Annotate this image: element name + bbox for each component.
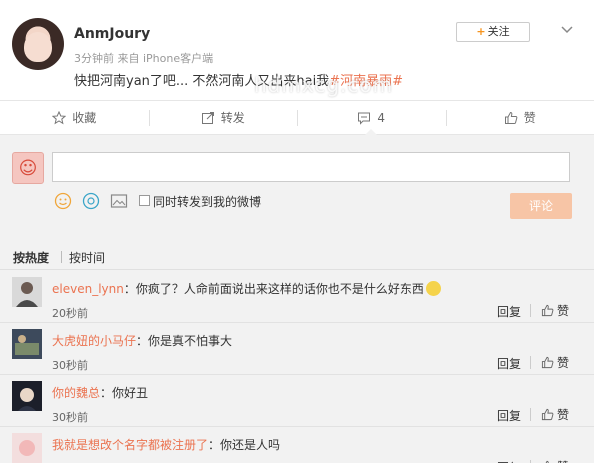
thumbs-up-icon	[541, 356, 554, 369]
reply-button[interactable]: 回复	[497, 303, 521, 320]
comment-count: 4	[377, 110, 386, 125]
follow-button[interactable]: + 关注	[456, 22, 530, 42]
comment-body: eleven_lynn：你疯了？人命前面说出来这样的话你也不是什么好东西	[52, 280, 441, 297]
comment-like-label: 赞	[557, 408, 570, 422]
divider	[530, 356, 531, 369]
comment-icon	[358, 112, 371, 125]
comment-time: 30秒前	[52, 411, 88, 424]
post-card: AnmJoury 3分钟前 来自 iPhone客户端 快把河南yan了吧... …	[0, 0, 594, 101]
comment-like-label: 赞	[557, 356, 570, 370]
comment-text: 你是真不怕事大	[148, 334, 233, 348]
commenter-avatar[interactable]	[12, 433, 42, 463]
commenter-name[interactable]: 大虎妞的小马仔	[52, 334, 136, 348]
comment-body: 你的魏总：你好丑	[52, 386, 149, 400]
comment-item: eleven_lynn：你疯了？人命前面说出来这样的话你也不是什么好东西 20秒…	[0, 271, 594, 323]
chevron-down-icon[interactable]	[560, 22, 574, 36]
commenter-name[interactable]: 你的魏总	[52, 386, 100, 400]
reply-button[interactable]: 回复	[497, 355, 521, 372]
sort-divider	[61, 251, 62, 263]
comment-button[interactable]: 4	[297, 101, 446, 135]
plus-icon: +	[476, 25, 486, 38]
at-mention-icon[interactable]	[82, 192, 100, 210]
commenter-avatar[interactable]	[12, 329, 42, 359]
smile-emoji-icon	[425, 281, 441, 296]
comment-item: 我就是想改个名字都被注册了：你还是人吗 回复 赞	[0, 427, 594, 463]
comment-like-label: 赞	[557, 458, 569, 463]
comment-like-button[interactable]: 赞	[541, 458, 569, 463]
comment-like-label: 赞	[557, 304, 570, 318]
thumbs-up-icon	[504, 111, 518, 124]
comment-text: 你好丑	[112, 386, 149, 400]
comment-like-button[interactable]: 赞	[541, 354, 569, 371]
reply-button[interactable]: 回复	[497, 459, 521, 463]
topic-link[interactable]: #河南暴雨#	[329, 74, 403, 89]
post-text: 快把河南yan了吧... 不然河南人又出来hai我	[74, 74, 330, 89]
thumbs-up-icon	[541, 304, 554, 317]
star-icon	[52, 110, 67, 124]
sort-bar: 按热度 按时间	[0, 236, 594, 270]
my-avatar: ☺	[12, 152, 44, 184]
repost-icon	[201, 111, 214, 124]
comment-text: 你疯了？人命前面说出来这样的话你也不是什么好东西	[135, 282, 424, 296]
commenter-name[interactable]: 我就是想改个名字都被注册了	[52, 438, 208, 452]
comment-composer: ☺ 同时转发到我的微博 评论	[0, 136, 594, 236]
comment-item: 你的魏总：你好丑 30秒前 回复 赞	[0, 375, 594, 427]
reply-button[interactable]: 回复	[497, 407, 521, 424]
comment-text: 你还是人吗	[220, 438, 281, 452]
divider	[530, 408, 531, 421]
post-content: 快把河南yan了吧... 不然河南人又出来hai我#河南暴雨#	[74, 70, 403, 89]
author-name[interactable]: AnmJoury	[74, 26, 150, 42]
comment-time: 30秒前	[52, 359, 88, 372]
comment-time: 20秒前	[52, 307, 88, 320]
post-action-bar: 收藏 转发 4 赞	[0, 101, 594, 135]
repost-checkbox[interactable]	[139, 195, 150, 206]
repost-label: 转发	[220, 111, 245, 125]
post-meta: 3分钟前 来自 iPhone客户端	[74, 52, 214, 65]
comment-body: 大虎妞的小马仔：你是真不怕事大	[52, 334, 233, 348]
repost-button[interactable]: 转发	[148, 101, 298, 134]
comment-input[interactable]	[52, 152, 570, 182]
like-button[interactable]: 赞	[445, 101, 594, 134]
thumbs-up-icon	[541, 408, 554, 421]
commenter-avatar[interactable]	[12, 277, 42, 307]
like-label: 赞	[523, 111, 536, 125]
comment-body: 我就是想改个名字都被注册了：你还是人吗	[52, 438, 281, 452]
comment-like-button[interactable]: 赞	[541, 302, 569, 319]
repost-checkbox-label: 同时转发到我的微博	[153, 195, 262, 209]
emoji-icon[interactable]	[54, 192, 72, 210]
divider	[530, 304, 531, 317]
favorite-label: 收藏	[72, 111, 97, 125]
sort-by-time[interactable]: 按时间	[69, 249, 105, 266]
sort-by-hot[interactable]: 按热度	[13, 249, 49, 266]
comment-like-button[interactable]: 赞	[541, 406, 569, 423]
favorite-button[interactable]: 收藏	[0, 101, 149, 134]
follow-label: 关注	[487, 25, 510, 38]
submit-comment-button[interactable]: 评论	[510, 193, 572, 219]
commenter-name[interactable]: eleven_lynn	[52, 282, 124, 296]
commenter-avatar[interactable]	[12, 381, 42, 411]
author-avatar[interactable]	[12, 18, 64, 70]
image-icon[interactable]	[110, 192, 128, 210]
comment-item: 大虎妞的小马仔：你是真不怕事大 30秒前 回复 赞	[0, 323, 594, 375]
